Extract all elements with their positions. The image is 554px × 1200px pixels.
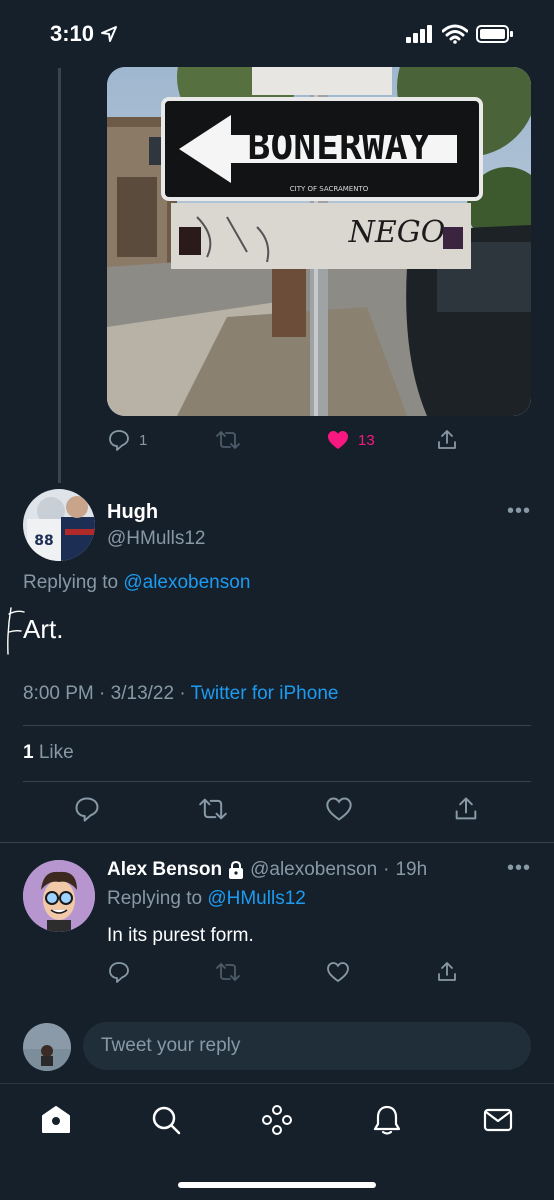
replying-to-handle-link[interactable]: @alexobenson xyxy=(123,572,250,593)
retweet-icon xyxy=(216,431,240,449)
tweet-meta: 8:00 PM · 3/13/22 · Twitter for iPhone xyxy=(23,683,339,704)
reply-icon xyxy=(109,430,129,451)
svg-text:88: 88 xyxy=(34,533,53,549)
home-icon xyxy=(42,1106,70,1133)
reply-count: 1 xyxy=(139,431,148,449)
retweet-icon xyxy=(216,963,240,981)
likes-summary[interactable]: 1 Like xyxy=(23,742,74,764)
graffiti-text: NEGO xyxy=(348,215,446,250)
tweet-date: 3/13/22 xyxy=(110,683,175,704)
status-indicators xyxy=(406,24,514,44)
like-button[interactable] xyxy=(325,795,353,828)
like-action[interactable]: 13 xyxy=(326,428,375,452)
messages-icon xyxy=(483,1108,513,1132)
likes-label: Like xyxy=(38,742,74,763)
status-time: 3:10 xyxy=(50,21,118,47)
reply-icon xyxy=(75,797,99,822)
reply-retweet-button[interactable] xyxy=(215,960,241,984)
more-options-icon[interactable]: ••• xyxy=(507,500,531,523)
sign-text: BONERWAY xyxy=(247,124,430,168)
reply-reply-button[interactable] xyxy=(107,960,131,984)
reply-action[interactable]: 1 xyxy=(107,428,147,452)
tweet-text: Art. xyxy=(23,614,64,644)
reply-author-handle[interactable]: @alexobenson xyxy=(250,859,377,881)
lock-icon xyxy=(229,861,244,879)
share-icon xyxy=(438,430,456,449)
heart-filled-icon xyxy=(328,431,348,449)
reply-button[interactable] xyxy=(73,795,101,828)
reply-author-name[interactable]: Alex Benson xyxy=(107,859,222,881)
share-icon xyxy=(438,962,456,981)
author-avatar[interactable]: 88 xyxy=(23,489,95,561)
tab-notifications[interactable] xyxy=(367,1100,407,1140)
retweet-action[interactable] xyxy=(215,428,241,452)
reply-replying-to: Replying to @HMulls12 xyxy=(107,888,306,910)
tweet-actions-bar xyxy=(0,795,554,831)
divider xyxy=(23,725,531,726)
replying-to-label: Replying to xyxy=(23,572,119,593)
tweet-source-link[interactable]: Twitter for iPhone xyxy=(191,683,339,704)
heart-icon xyxy=(326,797,352,821)
reply-replying-to-label: Replying to xyxy=(107,888,203,909)
reply-input[interactable] xyxy=(83,1022,531,1070)
reply-more-options-icon[interactable]: ••• xyxy=(507,857,531,880)
reply-text: In its purest form. xyxy=(107,925,254,946)
author-name[interactable]: Hugh xyxy=(107,501,158,524)
bottom-tab-bar xyxy=(0,1083,554,1200)
tab-search[interactable] xyxy=(146,1100,186,1140)
retweet-icon xyxy=(199,798,227,820)
divider xyxy=(23,781,531,782)
heart-icon xyxy=(327,962,349,983)
tweet-media-image[interactable]: BONERWAY CITY OF SACRAMENTO NEGO xyxy=(107,67,531,416)
reply-tweet[interactable]: Alex Benson @alexobenson · 19h ••• Reply… xyxy=(0,843,554,1011)
reply-icon xyxy=(109,962,129,983)
tweet-time: 8:00 PM xyxy=(23,683,94,704)
search-icon xyxy=(152,1106,181,1135)
reply-age: 19h xyxy=(395,859,428,880)
retweet-button[interactable] xyxy=(197,795,229,828)
reply-header: Alex Benson @alexobenson · 19h xyxy=(107,859,428,881)
home-indicator xyxy=(178,1182,376,1188)
author-handle[interactable]: @HMulls12 xyxy=(107,528,205,550)
signal-icon xyxy=(406,25,432,43)
share-button[interactable] xyxy=(452,795,480,828)
clock-text: 3:10 xyxy=(50,21,95,46)
street-sign-photo: BONERWAY CITY OF SACRAMENTO NEGO xyxy=(107,67,531,416)
share-action[interactable] xyxy=(435,428,459,452)
location-arrow-icon xyxy=(101,26,118,42)
reply-replying-to-handle-link[interactable]: @HMulls12 xyxy=(207,888,305,909)
spaces-icon xyxy=(262,1105,292,1135)
tab-spaces[interactable] xyxy=(257,1100,297,1140)
likes-count: 1 xyxy=(23,742,34,763)
reply-actions xyxy=(107,960,467,988)
sign-subtext: CITY OF SACRAMENTO xyxy=(290,185,369,193)
my-avatar[interactable] xyxy=(23,1023,71,1071)
previous-tweet-actions: 1 13 xyxy=(107,424,467,458)
reply-author-avatar[interactable] xyxy=(23,860,95,932)
handwritten-scribble xyxy=(7,607,25,655)
tab-messages[interactable] xyxy=(478,1100,518,1140)
thread-line xyxy=(58,68,61,483)
tab-home[interactable] xyxy=(36,1100,76,1140)
reply-like-button[interactable] xyxy=(326,960,350,984)
notifications-icon xyxy=(373,1105,401,1135)
wifi-icon xyxy=(442,24,468,44)
reply-composer xyxy=(0,1011,554,1083)
status-bar: 3:10 xyxy=(0,0,554,68)
replying-to: Replying to @alexobenson xyxy=(23,572,250,594)
like-count: 13 xyxy=(358,431,375,449)
battery-icon xyxy=(476,25,513,43)
share-icon xyxy=(455,797,477,820)
reply-share-button[interactable] xyxy=(435,960,459,984)
